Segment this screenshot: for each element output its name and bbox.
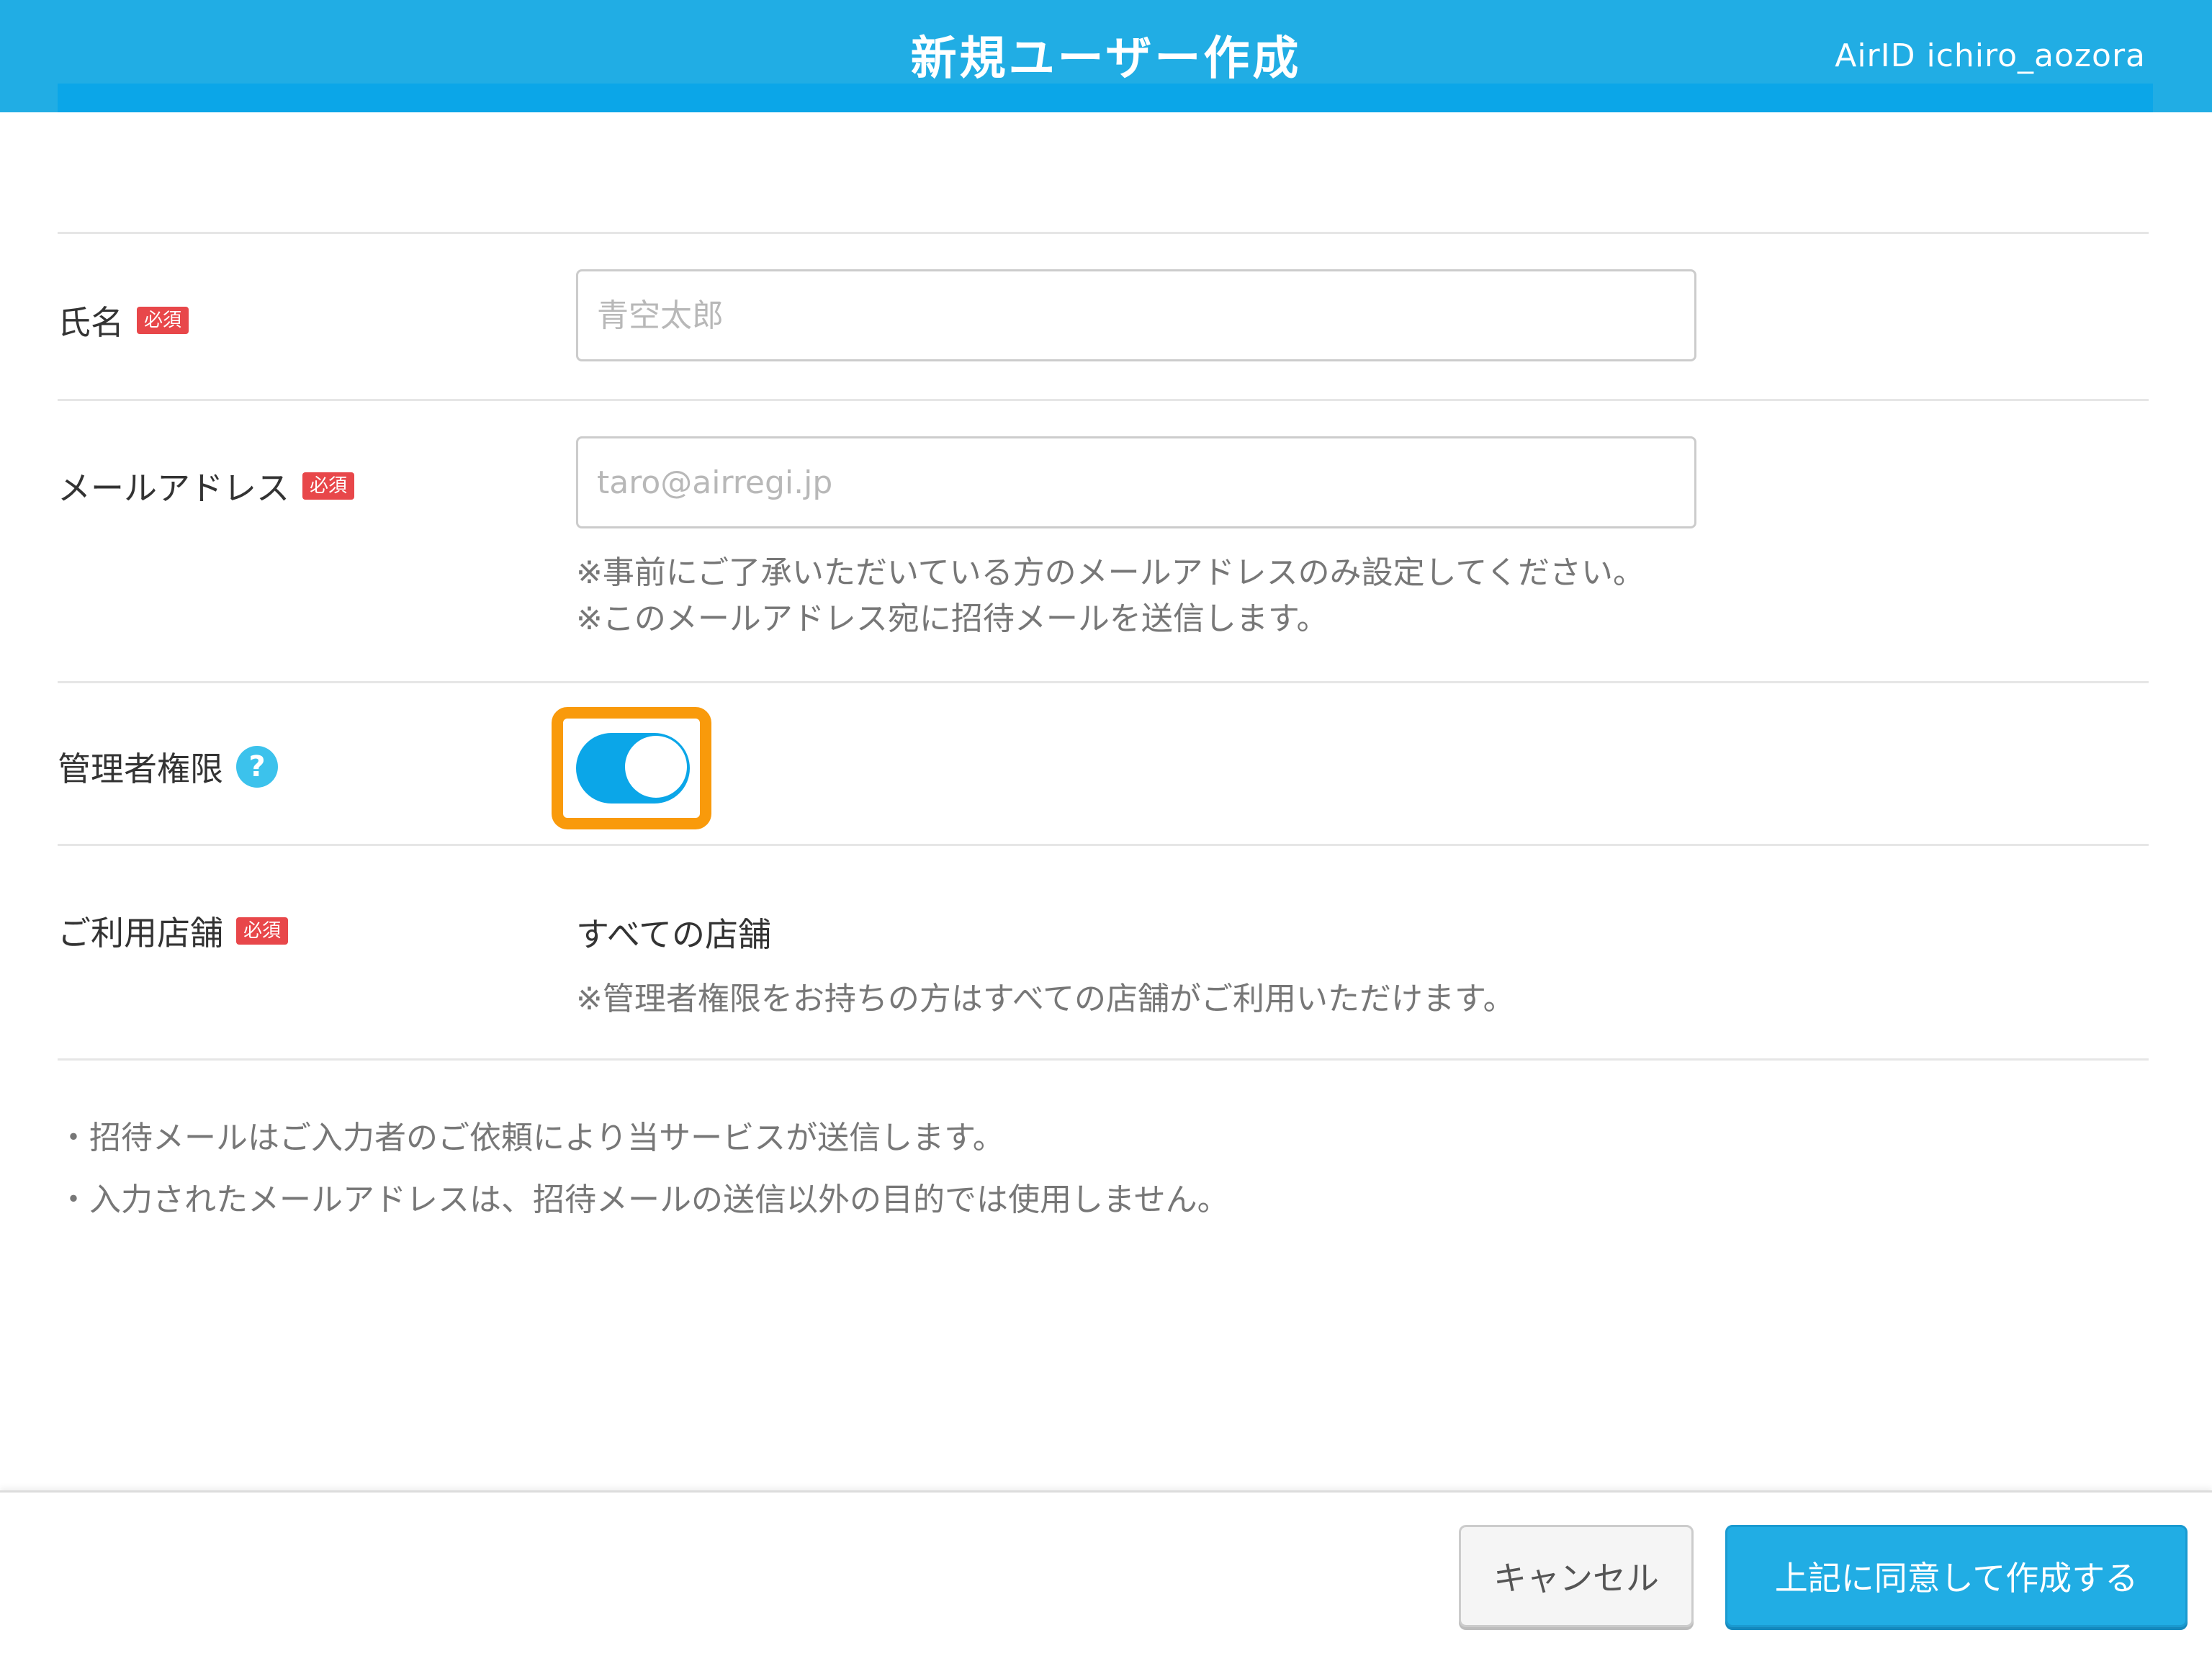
email-note-1: ※事前にご了承いただいている方のメールアドレスのみ設定してください。 [576,554,1645,591]
header-bar: 新規ユーザー作成 AirID ichiro_aozora [0,0,2212,112]
header-strip [58,84,2153,112]
divider [58,232,2149,234]
stores-label: ご利用店舗 [58,914,223,953]
cancel-button[interactable]: キャンセル [1459,1525,1694,1627]
submit-button[interactable]: 上記に同意して作成する [1725,1525,2188,1627]
name-label-row: 氏名 必須 [58,297,189,344]
disclaimer-2: ・入力されたメールアドレスは、招待メールの送信以外の目的では使用しません。 [58,1181,1229,1218]
admin-label-row: 管理者権限 ? [58,743,278,791]
name-input[interactable] [576,269,1696,361]
help-icon[interactable]: ? [236,746,278,788]
stores-value: すべての店舗 [576,915,771,954]
email-label: メールアドレス [58,469,289,508]
divider [58,681,2149,683]
divider [58,399,2149,401]
stores-label-row: ご利用店舗 必須 [58,907,289,955]
user-account-label: AirID ichiro_aozora [1835,37,2146,74]
admin-label: 管理者権限 [58,750,223,788]
required-badge: 必須 [137,307,189,334]
required-badge: 必須 [302,472,355,500]
email-note-2: ※このメールアドレス宛に招待メールを送信します。 [576,600,1328,637]
admin-toggle[interactable] [576,733,690,804]
divider [58,844,2149,846]
email-input[interactable] [576,436,1696,528]
disclaimer-1: ・招待メールはご入力者のご依頼により当サービスが送信します。 [58,1120,1004,1156]
stores-note: ※管理者権限をお持ちの方はすべての店舗がご利用いただけます。 [576,981,1515,1017]
name-label: 氏名 [58,303,124,342]
email-label-row: メールアドレス 必須 [58,462,355,510]
toggle-knob [625,736,687,798]
divider [58,1058,2149,1061]
required-badge: 必須 [236,917,289,945]
